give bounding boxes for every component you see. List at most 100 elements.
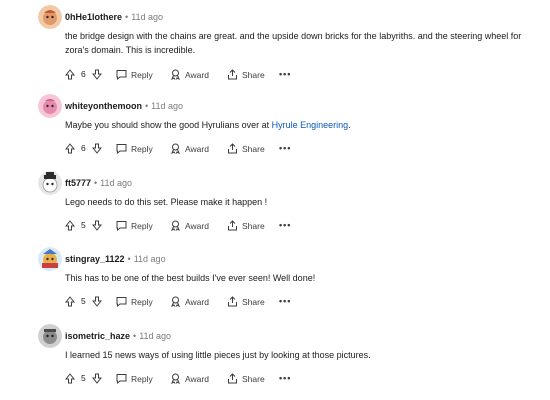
separator-dot: • — [127, 254, 131, 264]
separator-dot: • — [145, 101, 149, 111]
share-icon — [228, 220, 237, 231]
award-label: Award — [185, 69, 209, 80]
comment-text-start: Maybe you should show the good Hyrulians… — [65, 120, 272, 130]
award-icon — [171, 220, 180, 232]
avatar[interactable] — [38, 247, 62, 271]
more-options-button[interactable]: ••• — [279, 370, 291, 386]
avatar[interactable] — [38, 171, 62, 195]
upvote-button[interactable] — [65, 217, 75, 233]
more-options-button[interactable]: ••• — [279, 293, 291, 309]
vote-count: 5 — [81, 373, 86, 383]
more-options-button[interactable]: ••• — [279, 140, 291, 156]
share-button[interactable]: Share — [227, 140, 265, 156]
upvote-icon — [65, 69, 75, 80]
share-label: Share — [242, 220, 265, 231]
reply-button[interactable]: Reply — [116, 217, 153, 233]
award-button[interactable]: Award — [170, 66, 209, 82]
reply-button[interactable]: Reply — [116, 66, 153, 82]
comment-time[interactable]: 11d ago — [134, 254, 166, 264]
share-label: Share — [242, 373, 265, 384]
downvote-icon — [92, 143, 102, 155]
comment-text: the bridge design with the chains are gr… — [65, 31, 522, 55]
share-button[interactable]: Share — [227, 66, 265, 82]
comment-icon — [116, 297, 127, 308]
downvote-button[interactable] — [92, 370, 102, 386]
vote-count: 6 — [81, 143, 86, 153]
upvote-button[interactable] — [65, 66, 75, 82]
more-options-button[interactable]: ••• — [279, 217, 291, 233]
comment-icon — [116, 374, 127, 385]
downvote-button[interactable] — [92, 217, 102, 233]
award-button[interactable]: Award — [170, 140, 209, 156]
comment-text-end: . — [348, 120, 351, 130]
comment-author[interactable]: stingray_1122 — [65, 254, 125, 264]
share-button[interactable]: Share — [227, 293, 265, 309]
separator-dot: • — [125, 12, 129, 22]
share-icon — [228, 143, 237, 154]
avatar[interactable] — [38, 5, 62, 29]
share-button[interactable]: Share — [227, 217, 265, 233]
award-label: Award — [185, 373, 209, 384]
reply-label: Reply — [131, 220, 153, 231]
reply-label: Reply — [131, 373, 153, 384]
share-label: Share — [242, 296, 265, 307]
comment-icon — [116, 144, 127, 155]
upvote-icon — [65, 373, 75, 384]
reply-button[interactable]: Reply — [116, 293, 153, 309]
share-icon — [228, 69, 237, 80]
downvote-button[interactable] — [92, 66, 102, 82]
hyrule-engineering-link[interactable]: Hyrule Engineering — [272, 120, 349, 130]
share-label: Share — [242, 143, 265, 154]
comment-author[interactable]: isometric_haze — [65, 331, 130, 341]
award-icon — [171, 143, 180, 155]
award-button[interactable]: Award — [170, 293, 209, 309]
award-button[interactable]: Award — [170, 370, 209, 386]
more-options-button[interactable]: ••• — [279, 66, 291, 82]
downvote-icon — [92, 296, 102, 308]
upvote-icon — [65, 220, 75, 231]
upvote-button[interactable] — [65, 293, 75, 309]
separator-dot: • — [94, 178, 98, 188]
comment-text: Maybe you should show the good Hyrulians… — [65, 118, 545, 132]
avatar[interactable] — [38, 94, 62, 118]
vote-count: 5 — [81, 220, 86, 230]
award-icon — [171, 69, 180, 81]
comment-text: Lego needs to do this set. Please make i… — [65, 197, 268, 207]
award-label: Award — [185, 220, 209, 231]
comment-author[interactable]: whiteyonthemoon — [65, 101, 142, 111]
award-button[interactable]: Award — [170, 217, 209, 233]
downvote-icon — [92, 373, 102, 385]
upvote-button[interactable] — [65, 370, 75, 386]
reply-label: Reply — [131, 69, 153, 80]
share-icon — [228, 373, 237, 384]
award-icon — [171, 373, 180, 385]
comment-time[interactable]: 11d ago — [139, 331, 171, 341]
vote-count: 6 — [81, 69, 86, 79]
reply-button[interactable]: Reply — [116, 370, 153, 386]
upvote-icon — [65, 143, 75, 154]
comment-time[interactable]: 11d ago — [151, 101, 183, 111]
share-button[interactable]: Share — [227, 370, 265, 386]
reply-label: Reply — [131, 296, 153, 307]
downvote-button[interactable] — [92, 293, 102, 309]
comment-text: This has to be one of the best builds I'… — [65, 273, 316, 283]
upvote-icon — [65, 296, 75, 307]
comment-author[interactable]: 0hHe1lothere — [65, 12, 122, 22]
comment-text: I learned 15 news ways of using little p… — [65, 350, 371, 360]
comment-time[interactable]: 11d ago — [131, 12, 163, 22]
comment-icon — [116, 70, 127, 81]
reply-button[interactable]: Reply — [116, 140, 153, 156]
share-label: Share — [242, 69, 265, 80]
downvote-icon — [92, 69, 102, 81]
upvote-button[interactable] — [65, 140, 75, 156]
comment-author[interactable]: ft5777 — [65, 178, 91, 188]
downvote-button[interactable] — [92, 140, 102, 156]
downvote-icon — [92, 220, 102, 232]
comment-time[interactable]: 11d ago — [100, 178, 132, 188]
separator-dot: • — [133, 331, 137, 341]
award-label: Award — [185, 296, 209, 307]
avatar[interactable] — [38, 324, 62, 348]
vote-count: 5 — [81, 296, 86, 306]
award-icon — [171, 296, 180, 308]
award-label: Award — [185, 143, 209, 154]
